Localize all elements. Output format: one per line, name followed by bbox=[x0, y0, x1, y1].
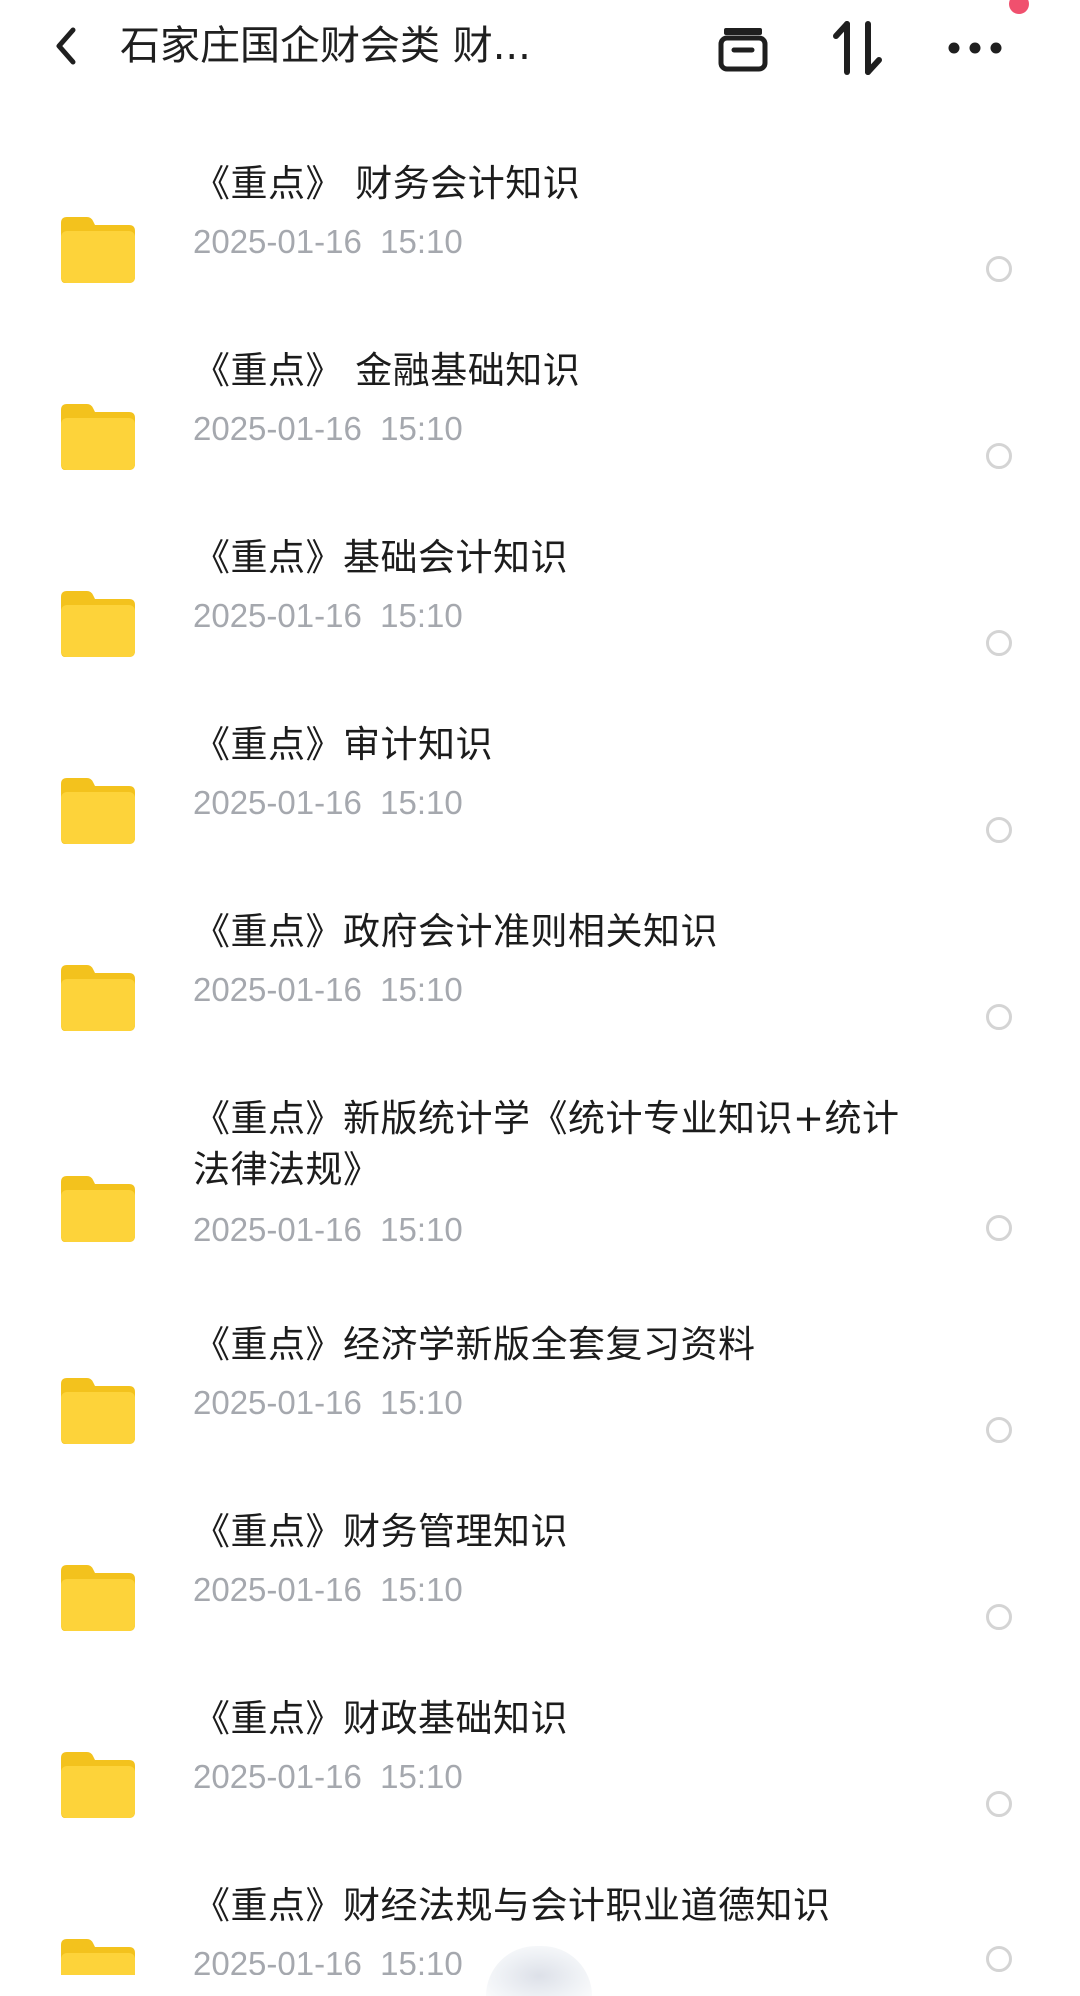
chevron-left-icon bbox=[56, 27, 76, 65]
select-radio[interactable] bbox=[986, 256, 1012, 282]
folder-icon bbox=[61, 591, 135, 657]
item-date: 2025-01-16 15:10 bbox=[193, 410, 463, 447]
item-name: 《重点》 财务会计知识 bbox=[193, 162, 581, 205]
notification-dot bbox=[1009, 0, 1029, 14]
archive-button[interactable] bbox=[713, 18, 773, 78]
page-title: 石家庄国企财会类 财... bbox=[120, 23, 531, 69]
list-item[interactable]: 《重点》经济学新版全套复习资料 2025-01-16 15:10 bbox=[0, 1317, 1080, 1497]
list-item[interactable]: 《重点》财政基础知识 2025-01-16 15:10 bbox=[0, 1691, 1080, 1871]
item-name: 《重点》财经法规与会计职业道德知识 bbox=[193, 1884, 831, 1927]
select-radio[interactable] bbox=[986, 1215, 1012, 1241]
select-radio[interactable] bbox=[986, 1946, 1012, 1972]
item-name: 《重点》审计知识 bbox=[193, 723, 493, 766]
more-dots-icon bbox=[948, 42, 1002, 54]
list-item[interactable]: 《重点》审计知识 2025-01-16 15:10 bbox=[0, 717, 1080, 897]
item-date: 2025-01-16 15:10 bbox=[193, 1211, 463, 1248]
select-radio[interactable] bbox=[986, 443, 1012, 469]
item-name: 《重点》经济学新版全套复习资料 bbox=[193, 1323, 756, 1366]
item-name: 《重点》新版统计学《统计专业知识+统计法律法规》 bbox=[193, 1097, 900, 1191]
item-name: 《重点》财政基础知识 bbox=[193, 1697, 568, 1740]
sort-arrows-icon bbox=[833, 21, 882, 75]
item-date: 2025-01-16 15:10 bbox=[193, 1571, 463, 1608]
item-name: 《重点》政府会计准则相关知识 bbox=[193, 910, 718, 953]
archive-box-icon bbox=[718, 28, 768, 72]
more-button[interactable] bbox=[945, 18, 1005, 78]
folder-icon bbox=[61, 1176, 135, 1242]
select-radio[interactable] bbox=[986, 1417, 1012, 1443]
item-name: 《重点》财务管理知识 bbox=[193, 1510, 568, 1553]
folder-icon bbox=[61, 1939, 135, 1975]
list-item[interactable]: 《重点》财务管理知识 2025-01-16 15:10 bbox=[0, 1504, 1080, 1684]
folder-icon bbox=[61, 778, 135, 844]
list-item[interactable]: 《重点》政府会计准则相关知识 2025-01-16 15:10 bbox=[0, 904, 1080, 1084]
item-name: 《重点》 金融基础知识 bbox=[193, 349, 581, 392]
select-radio[interactable] bbox=[986, 817, 1012, 843]
folder-icon bbox=[61, 404, 135, 470]
list-item[interactable]: 《重点》基础会计知识 2025-01-16 15:10 bbox=[0, 530, 1080, 710]
sort-button[interactable] bbox=[828, 18, 888, 78]
select-radio[interactable] bbox=[986, 1791, 1012, 1817]
item-date: 2025-01-16 15:10 bbox=[193, 971, 463, 1008]
folder-icon bbox=[61, 1565, 135, 1631]
item-date: 2025-01-16 15:10 bbox=[193, 1945, 463, 1975]
select-radio[interactable] bbox=[986, 1604, 1012, 1630]
item-name: 《重点》基础会计知识 bbox=[193, 536, 568, 579]
list-item[interactable]: 《重点》 财务会计知识 2025-01-16 15:10 bbox=[0, 156, 1080, 336]
folder-icon bbox=[61, 1752, 135, 1818]
list-item[interactable]: 《重点》新版统计学《统计专业知识+统计法律法规》 2025-01-16 15:1… bbox=[0, 1091, 1080, 1321]
folder-icon bbox=[61, 965, 135, 1031]
top-bar: 石家庄国企财会类 财... bbox=[0, 0, 1080, 100]
item-date: 2025-01-16 15:10 bbox=[193, 1384, 463, 1421]
list-item[interactable]: 《重点》 金融基础知识 2025-01-16 15:10 bbox=[0, 343, 1080, 523]
item-date: 2025-01-16 15:10 bbox=[193, 223, 463, 260]
select-radio[interactable] bbox=[986, 630, 1012, 656]
back-button[interactable] bbox=[44, 20, 88, 72]
folder-icon bbox=[61, 1378, 135, 1444]
item-date: 2025-01-16 15:10 bbox=[193, 597, 463, 634]
folder-icon bbox=[61, 217, 135, 283]
select-radio[interactable] bbox=[986, 1004, 1012, 1030]
item-date: 2025-01-16 15:10 bbox=[193, 784, 463, 821]
item-date: 2025-01-16 15:10 bbox=[193, 1758, 463, 1795]
